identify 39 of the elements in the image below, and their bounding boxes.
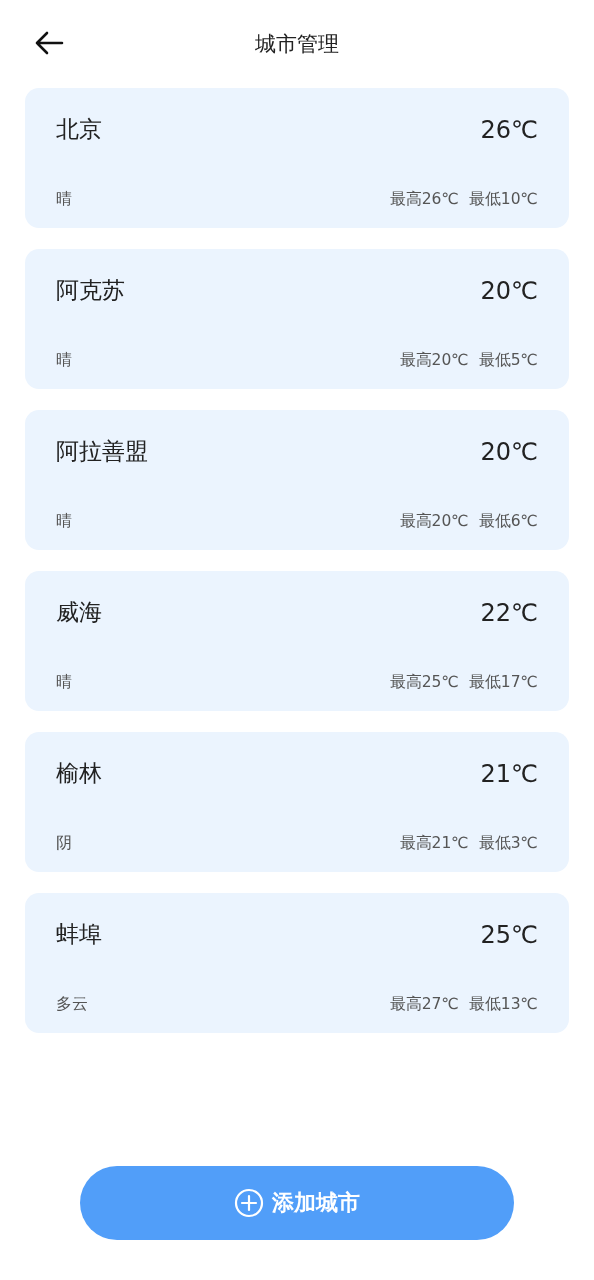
weather-condition: 晴	[56, 350, 72, 371]
city-card[interactable]: 阿克苏 20℃ 晴 最高20℃ 最低5℃	[25, 249, 569, 389]
high-temperature: 最高21℃	[399, 833, 469, 854]
current-temperature: 20℃	[480, 437, 538, 466]
city-card[interactable]: 北京 26℃ 晴 最高26℃ 最低10℃	[25, 88, 569, 228]
high-temperature: 最高26℃	[389, 189, 459, 210]
page-title: 城市管理	[255, 31, 339, 58]
current-temperature: 20℃	[480, 276, 538, 305]
city-card[interactable]: 威海 22℃ 晴 最高25℃ 最低17℃	[25, 571, 569, 711]
low-temperature: 最低6℃	[478, 511, 538, 532]
city-name: 榆林	[56, 759, 102, 788]
low-temperature: 最低5℃	[478, 350, 538, 371]
current-temperature: 21℃	[480, 759, 538, 788]
city-name: 蚌埠	[56, 920, 102, 949]
current-temperature: 26℃	[480, 115, 538, 144]
low-temperature: 最低17℃	[468, 672, 538, 693]
high-temperature: 最高20℃	[399, 350, 469, 371]
city-name: 阿拉善盟	[56, 437, 148, 466]
weather-condition: 阴	[56, 833, 72, 854]
current-temperature: 22℃	[480, 598, 538, 627]
city-card[interactable]: 阿拉善盟 20℃ 晴 最高20℃ 最低6℃	[25, 410, 569, 550]
weather-condition: 晴	[56, 511, 72, 532]
high-temperature: 最高25℃	[389, 672, 459, 693]
current-temperature: 25℃	[480, 920, 538, 949]
city-name: 阿克苏	[56, 276, 125, 305]
weather-condition: 晴	[56, 672, 72, 693]
high-temperature: 最高27℃	[389, 994, 459, 1015]
back-button[interactable]	[33, 30, 65, 56]
city-name: 北京	[56, 115, 102, 144]
weather-condition: 多云	[56, 994, 88, 1015]
high-temperature: 最高20℃	[399, 511, 469, 532]
city-card[interactable]: 蚌埠 25℃ 多云 最高27℃ 最低13℃	[25, 893, 569, 1033]
city-card[interactable]: 榆林 21℃ 阴 最高21℃ 最低3℃	[25, 732, 569, 872]
weather-condition: 晴	[56, 189, 72, 210]
add-icon	[234, 1188, 264, 1218]
low-temperature: 最低3℃	[478, 833, 538, 854]
low-temperature: 最低13℃	[468, 994, 538, 1015]
city-name: 威海	[56, 598, 102, 627]
low-temperature: 最低10℃	[468, 189, 538, 210]
